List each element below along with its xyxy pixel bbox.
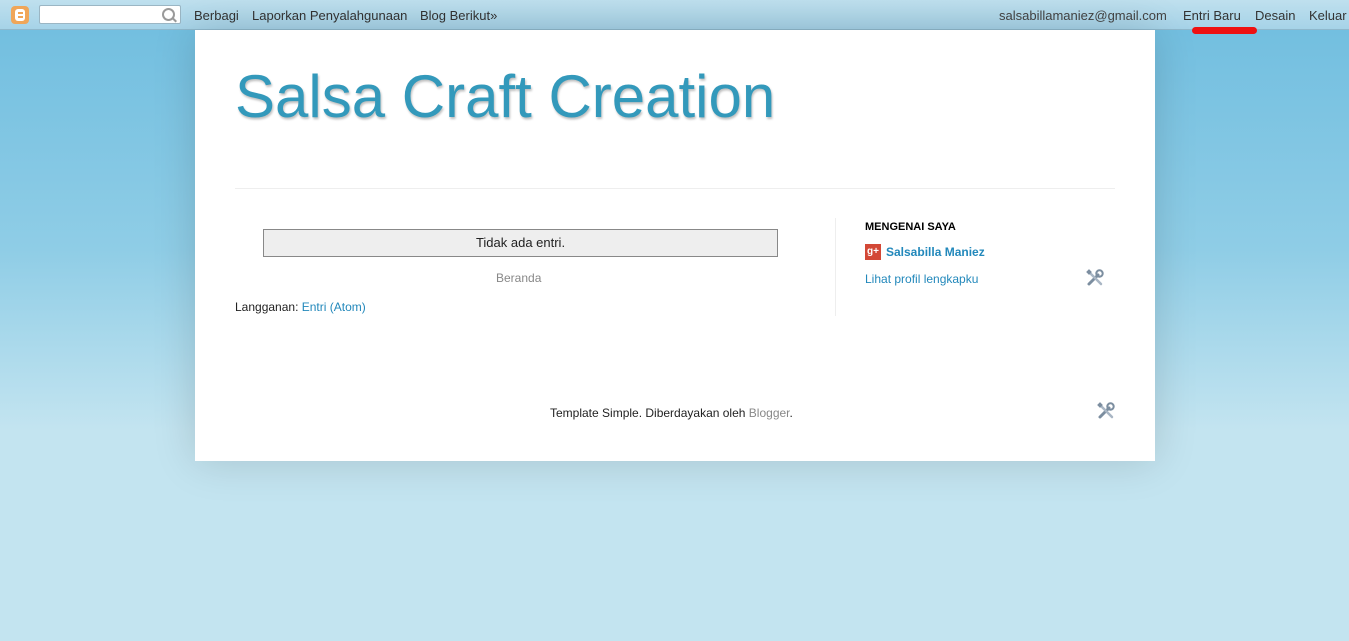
home-link[interactable]: Beranda: [496, 271, 541, 285]
report-abuse-link[interactable]: Laporkan Penyalahgunaan: [252, 8, 407, 23]
sign-out-link[interactable]: Keluar: [1309, 8, 1347, 23]
sidebar-divider: [835, 218, 836, 316]
header-divider: [235, 188, 1115, 189]
search-icon[interactable]: [162, 8, 175, 21]
share-link[interactable]: Berbagi: [194, 8, 239, 23]
footer-text: Template Simple. Diberdayakan oleh: [550, 406, 746, 420]
blogger-navbar: Berbagi Laporkan Penyalahgunaan Blog Ber…: [0, 0, 1349, 30]
search-input[interactable]: [44, 7, 166, 25]
atom-feed-link[interactable]: Entri (Atom): [302, 300, 366, 314]
google-plus-icon: g+: [865, 244, 881, 260]
footer-attribution: Template Simple. Diberdayakan oleh Blogg…: [550, 406, 793, 420]
footer-period: .: [789, 406, 793, 420]
subscribe-line: Langganan: Entri (Atom): [235, 300, 366, 314]
new-post-link[interactable]: Entri Baru: [1183, 8, 1241, 23]
no-posts-message: Tidak ada entri.: [263, 229, 778, 257]
search-box[interactable]: [39, 5, 181, 25]
blogger-logo-icon[interactable]: [11, 6, 29, 24]
design-link[interactable]: Desain: [1255, 8, 1295, 23]
blogger-link[interactable]: Blogger: [749, 406, 790, 420]
about-me-title: MENGENAI SAYA: [865, 221, 956, 233]
profile-name-link[interactable]: Salsabilla Maniez: [886, 245, 985, 259]
blog-content-card: Salsa Craft Creation Tidak ada entri. Be…: [195, 30, 1155, 461]
red-highlight-mark: [1192, 27, 1257, 34]
blog-title[interactable]: Salsa Craft Creation: [235, 62, 775, 131]
full-profile-link[interactable]: Lihat profil lengkapku: [865, 272, 978, 286]
next-blog-link[interactable]: Blog Berikut»: [420, 8, 497, 23]
account-email: salsabillamaniez@gmail.com: [999, 8, 1167, 23]
tools-icon[interactable]: [1096, 401, 1116, 421]
tools-icon[interactable]: [1085, 268, 1105, 288]
subscribe-label: Langganan:: [235, 300, 299, 314]
